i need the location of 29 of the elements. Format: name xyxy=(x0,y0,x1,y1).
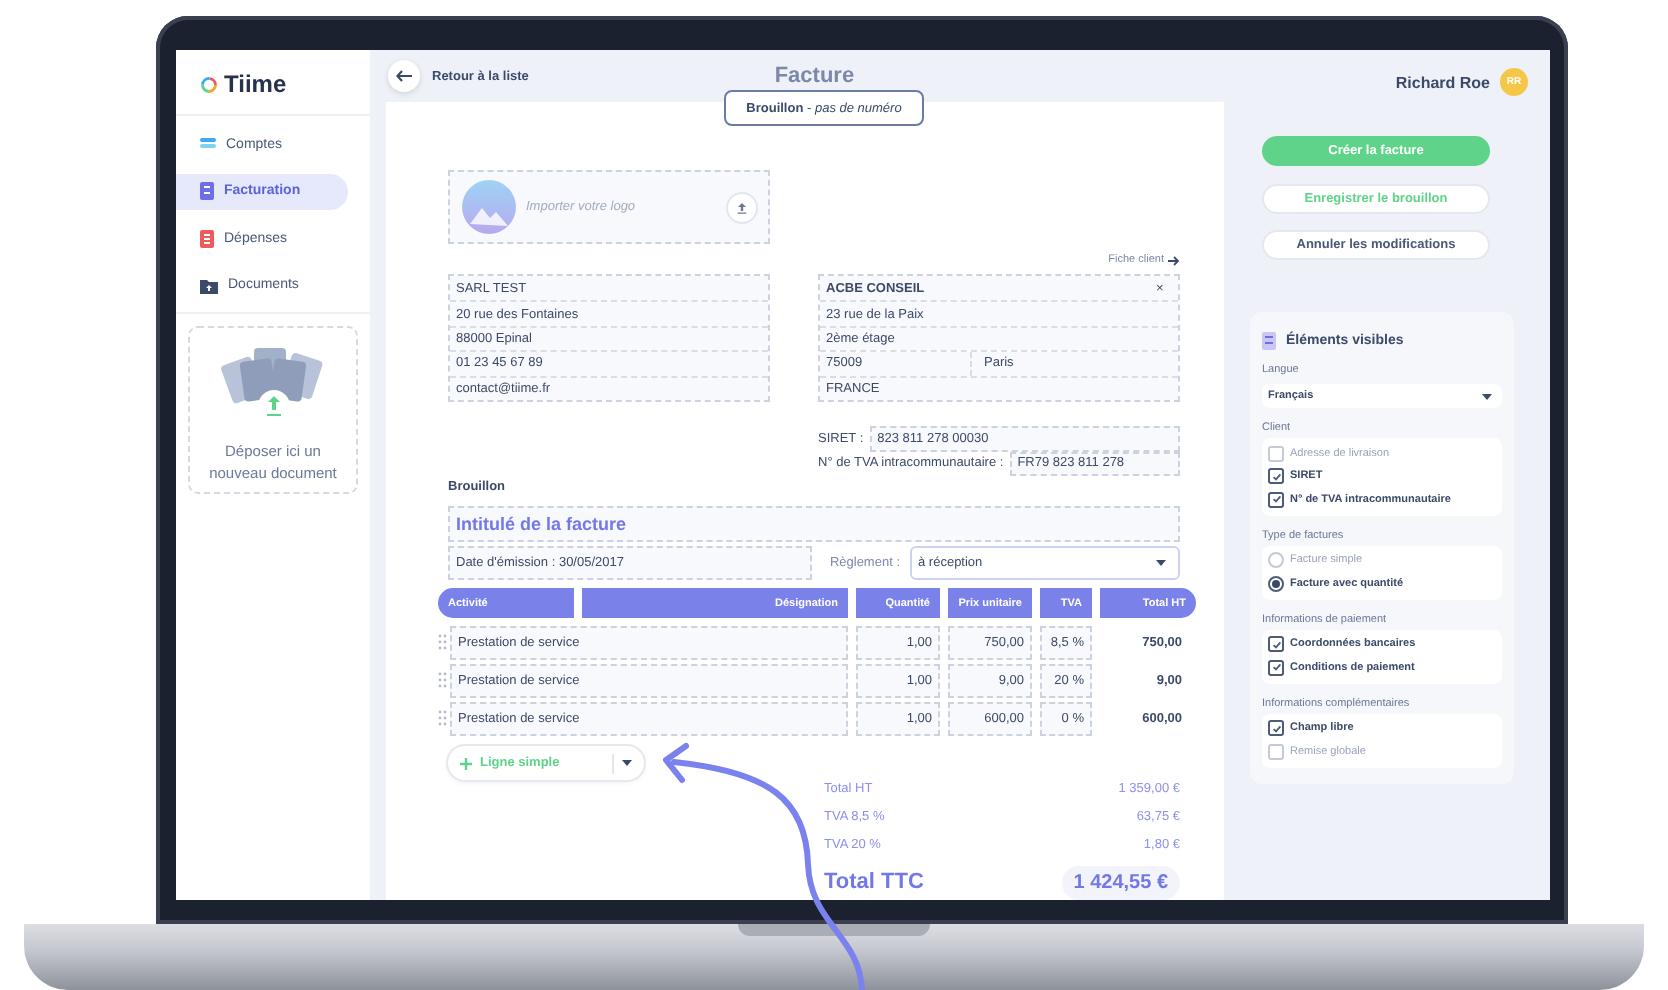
upload-icon xyxy=(736,201,748,214)
logo-text: Tiime xyxy=(224,70,287,98)
checkbox[interactable] xyxy=(1268,659,1284,676)
grand-total-label: Total TTC xyxy=(824,870,924,894)
grand-total-value: 1 424,55 € xyxy=(1061,865,1180,899)
drag-handle-icon[interactable] xyxy=(438,672,448,690)
invoice-title-field[interactable]: Intitulé de la facture xyxy=(448,506,1180,542)
logo-placeholder-drawing xyxy=(462,180,516,235)
checkbox[interactable] xyxy=(1268,468,1284,485)
checkbox[interactable] xyxy=(1268,491,1284,508)
receipt-icon xyxy=(200,229,214,247)
checkbox[interactable] xyxy=(1268,720,1284,737)
document-icon xyxy=(1262,331,1276,349)
folder-icon xyxy=(200,277,218,293)
document-icon xyxy=(200,182,214,200)
back-arrow-icon xyxy=(396,70,412,83)
arrow-right-icon xyxy=(1168,255,1180,266)
cards-icon xyxy=(200,136,216,152)
drag-handle-icon[interactable] xyxy=(438,634,448,652)
radio-button[interactable] xyxy=(1268,575,1284,592)
drag-handle-icon[interactable] xyxy=(438,710,448,728)
page-title: Facture xyxy=(772,64,857,89)
caret-icon xyxy=(1482,393,1492,399)
caret-icon xyxy=(1156,560,1166,566)
caret-icon xyxy=(622,760,632,766)
logo-icon xyxy=(200,75,218,93)
user-name: Richard Roe xyxy=(1395,73,1490,91)
plus-icon xyxy=(460,757,472,769)
checkbox[interactable] xyxy=(1268,636,1284,653)
